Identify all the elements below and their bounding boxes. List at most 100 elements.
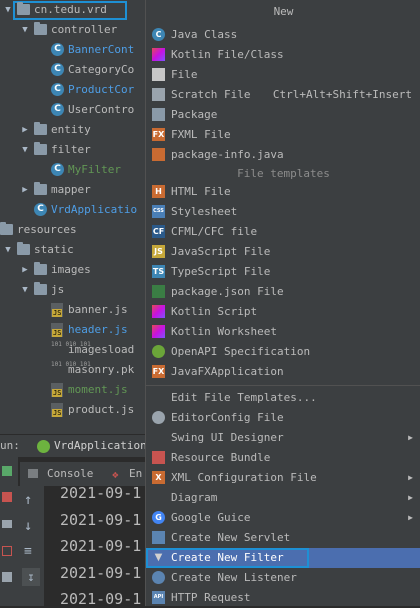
- tree-item-label: mapper: [51, 183, 91, 196]
- menu-item-kotlin-worksheet[interactable]: Kotlin Worksheet: [146, 322, 420, 342]
- menu-item-typescript-file[interactable]: TS TypeScript File: [146, 262, 420, 282]
- menu-item-create-new-servlet[interactable]: Create New Servlet: [146, 528, 420, 548]
- menu-item-scratch-file[interactable]: Scratch File Ctrl+Alt+Shift+Insert: [146, 85, 420, 105]
- menu-item-create-new-listener[interactable]: Create New Listener: [146, 568, 420, 588]
- up-arrow-icon[interactable]: ↑: [24, 492, 32, 508]
- pin-icon[interactable]: [2, 572, 12, 582]
- menu-item-diagram[interactable]: Diagram ▶: [146, 488, 420, 508]
- menu-item-javafxapplication[interactable]: FX JavaFXApplication: [146, 362, 420, 382]
- java-class-icon: C: [51, 43, 64, 56]
- down-arrow-icon[interactable]: ↓: [24, 518, 32, 534]
- tree-row[interactable]: C ProductCor: [0, 80, 145, 100]
- tree-row[interactable]: ▼ controller: [0, 20, 145, 40]
- tree-row[interactable]: ▶ images: [0, 260, 145, 280]
- tree-row[interactable]: JS header.js: [0, 320, 145, 340]
- expand-down-icon[interactable]: ▼: [20, 140, 30, 160]
- menu-item-cfml-cfc-file[interactable]: CF CFML/CFC file: [146, 222, 420, 242]
- tree-item-label: ProductCor: [68, 83, 135, 96]
- menu-item-javascript-file[interactable]: JS JavaScript File: [146, 242, 420, 262]
- tree-row[interactable]: ▶ mapper: [0, 180, 145, 200]
- menu-item-openapi-specification[interactable]: OpenAPI Specification: [146, 342, 420, 362]
- menu-item-create-new-filter[interactable]: ▼ Create New Filter: [146, 548, 420, 568]
- java-class-icon: C: [51, 63, 64, 76]
- expand-right-icon[interactable]: ▶: [20, 260, 30, 280]
- menu-item-fxml-file[interactable]: FX FXML File: [146, 125, 420, 145]
- menu-item-package-json-file[interactable]: package.json File: [146, 282, 420, 302]
- rerun-icon[interactable]: [2, 466, 12, 476]
- camera-icon[interactable]: [2, 520, 12, 528]
- console-tab-icon: [28, 469, 38, 478]
- menu-item-http-request[interactable]: API HTTP Request: [146, 588, 420, 608]
- tree-row[interactable]: JS banner.js: [0, 300, 145, 320]
- tree-row[interactable]: C CategoryCo: [0, 60, 145, 80]
- tree-row[interactable]: ▼ js: [0, 280, 145, 300]
- folder-icon: [17, 2, 30, 15]
- spring-boot-icon: [37, 440, 50, 453]
- binary-file-icon: 101 010 101: [51, 341, 91, 348]
- java-class-icon: C: [152, 28, 165, 41]
- menu-item-editorconfig-file[interactable]: EditorConfig File: [146, 408, 420, 428]
- tree-row[interactable]: JS moment.js: [0, 380, 145, 400]
- expand-down-icon[interactable]: ▼: [3, 0, 13, 20]
- tree-row[interactable]: C VrdApplicatio: [0, 200, 145, 220]
- javafx-icon: FX: [152, 365, 165, 378]
- menu-item-stylesheet[interactable]: CSS Stylesheet: [146, 202, 420, 222]
- menu-item-resource-bundle[interactable]: Resource Bundle: [146, 448, 420, 468]
- run-prefix: un:: [0, 439, 20, 452]
- tree-item-label: product.js: [68, 403, 135, 416]
- menu-item-kotlin-script[interactable]: Kotlin Script: [146, 302, 420, 322]
- tree-row[interactable]: ▼ cn.tedu.vrd: [0, 0, 145, 20]
- expand-down-icon[interactable]: ▼: [20, 20, 30, 40]
- menu-item-xml-configuration-file[interactable]: X XML Configuration File ▶: [146, 468, 420, 488]
- kotlin-script-icon: [152, 305, 165, 318]
- stop-icon[interactable]: [2, 492, 12, 502]
- menu-item-label: FXML File: [171, 128, 231, 141]
- menu-item-label: File: [171, 68, 198, 81]
- tree-row[interactable]: C UserContro: [0, 100, 145, 120]
- menu-item-label: XML Configuration File: [171, 471, 317, 484]
- restore-layout-icon[interactable]: [2, 546, 12, 556]
- javascript-file-icon: JS: [51, 323, 63, 337]
- menu-item-file[interactable]: File: [146, 65, 420, 85]
- folder-icon: [34, 262, 47, 275]
- tree-row[interactable]: ▼resources: [0, 220, 145, 240]
- tree-row[interactable]: JS product.js: [0, 400, 145, 420]
- api-icon: API: [152, 591, 165, 604]
- resource-bundle-icon: [152, 451, 165, 464]
- scroll-to-end-icon[interactable]: ↧: [22, 568, 40, 586]
- run-config-tab[interactable]: VrdApplication: [54, 439, 147, 452]
- menu-item-kotlin-file-class[interactable]: Kotlin File/Class: [146, 45, 420, 65]
- menu-item-package-info-java[interactable]: package-info.java: [146, 145, 420, 165]
- menu-item-label: package.json File: [171, 285, 284, 298]
- tree-row[interactable]: C BannerCont: [0, 40, 145, 60]
- menu-separator: [146, 385, 420, 386]
- xml-icon: X: [152, 471, 165, 484]
- tree-item-label: BannerCont: [68, 43, 135, 56]
- kotlin-icon: [152, 48, 165, 61]
- menu-item-google-guice[interactable]: G Google Guice ▶: [146, 508, 420, 528]
- menu-item-label: Diagram: [171, 491, 218, 504]
- console-line: 2021-09-1: [60, 510, 142, 529]
- expand-right-icon[interactable]: ▶: [20, 120, 30, 140]
- tree-row[interactable]: 101 010 101 masonry.pk: [0, 360, 145, 380]
- tab-endpoints[interactable]: En: [129, 467, 142, 480]
- expand-right-icon[interactable]: ▶: [20, 180, 30, 200]
- tree-row[interactable]: ▼ static: [0, 240, 145, 260]
- menu-item-package[interactable]: Package: [146, 105, 420, 125]
- menu-item-html-file[interactable]: H HTML File: [146, 182, 420, 202]
- soft-wrap-icon[interactable]: ≡: [24, 544, 32, 559]
- tree-row[interactable]: ▶ entity: [0, 120, 145, 140]
- listener-icon: [152, 571, 165, 584]
- tree-row[interactable]: 101 010 101 imagesload: [0, 340, 145, 360]
- tree-row[interactable]: ▼ filter: [0, 140, 145, 160]
- menu-item-swing-ui-designer[interactable]: Swing UI Designer ▶: [146, 428, 420, 448]
- expand-down-icon[interactable]: ▼: [3, 240, 13, 260]
- tree-item-label: moment.js: [68, 383, 128, 396]
- menu-item-edit-file-templates[interactable]: Edit File Templates...: [146, 388, 420, 408]
- tab-console[interactable]: Console: [47, 467, 93, 480]
- menu-item-java-class[interactable]: C Java Class: [146, 25, 420, 45]
- folder-icon: [34, 22, 47, 35]
- javascript-file-icon: JS: [51, 303, 63, 317]
- expand-down-icon[interactable]: ▼: [20, 280, 30, 300]
- tree-row[interactable]: C MyFilter: [0, 160, 145, 180]
